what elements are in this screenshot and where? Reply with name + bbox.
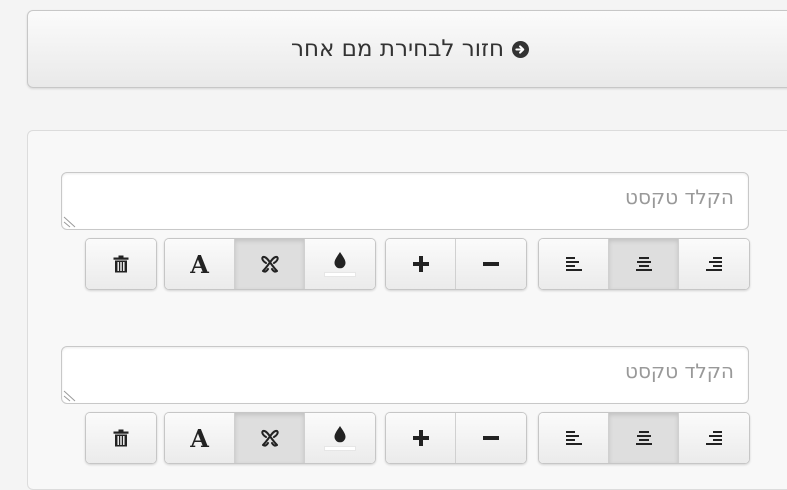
align-right-button[interactable] bbox=[679, 239, 749, 289]
align-right-icon bbox=[706, 257, 722, 271]
size-group bbox=[385, 412, 527, 464]
outline-icon bbox=[260, 255, 279, 273]
text-input[interactable] bbox=[61, 346, 749, 404]
align-left-button[interactable] bbox=[539, 239, 609, 289]
plus-icon bbox=[412, 256, 429, 272]
back-button-label: חזור לבחירת מם אחר bbox=[290, 36, 505, 62]
back-to-meme-selection-button[interactable]: חזור לבחירת מם אחר bbox=[27, 10, 787, 88]
drop-icon bbox=[334, 252, 346, 269]
align-left-icon bbox=[565, 431, 582, 445]
trash-icon bbox=[113, 255, 129, 273]
delete-button[interactable] bbox=[86, 239, 156, 289]
text-editor-panel: A bbox=[27, 130, 787, 490]
minus-icon bbox=[483, 262, 499, 266]
drop-icon bbox=[334, 426, 346, 443]
align-right-button[interactable] bbox=[679, 413, 749, 463]
color-button[interactable] bbox=[305, 239, 375, 289]
font-button[interactable]: A bbox=[165, 413, 235, 463]
font-button[interactable]: A bbox=[165, 239, 235, 289]
style-group: A bbox=[164, 238, 376, 290]
increase-size-button[interactable] bbox=[386, 239, 456, 289]
increase-size-button[interactable] bbox=[386, 413, 456, 463]
outline-icon bbox=[260, 429, 279, 447]
font-icon: A bbox=[190, 423, 209, 453]
align-center-icon bbox=[635, 431, 652, 445]
text-toolbar: A bbox=[61, 412, 750, 466]
font-icon: A bbox=[190, 249, 209, 279]
delete-group bbox=[85, 412, 157, 464]
align-left-button[interactable] bbox=[539, 413, 609, 463]
plus-icon bbox=[412, 430, 429, 446]
size-group bbox=[385, 238, 527, 290]
align-center-button[interactable] bbox=[609, 239, 679, 289]
color-swatch bbox=[324, 446, 356, 451]
decrease-size-button[interactable] bbox=[456, 413, 526, 463]
circle-arrow-right-icon bbox=[512, 40, 530, 58]
minus-icon bbox=[483, 436, 499, 440]
style-group: A bbox=[164, 412, 376, 464]
text-input[interactable] bbox=[61, 172, 749, 230]
align-center-button[interactable] bbox=[609, 413, 679, 463]
align-right-icon bbox=[706, 431, 722, 445]
outline-button[interactable] bbox=[235, 239, 305, 289]
delete-button[interactable] bbox=[86, 413, 156, 463]
align-group bbox=[538, 238, 750, 290]
color-button[interactable] bbox=[305, 413, 375, 463]
align-group bbox=[538, 412, 750, 464]
decrease-size-button[interactable] bbox=[456, 239, 526, 289]
align-center-icon bbox=[635, 257, 652, 271]
text-toolbar: A bbox=[61, 238, 750, 292]
outline-button[interactable] bbox=[235, 413, 305, 463]
align-left-icon bbox=[565, 257, 582, 271]
color-swatch bbox=[324, 272, 356, 277]
text-block: A bbox=[61, 172, 751, 290]
text-block: A bbox=[61, 346, 751, 464]
delete-group bbox=[85, 238, 157, 290]
trash-icon bbox=[113, 429, 129, 447]
